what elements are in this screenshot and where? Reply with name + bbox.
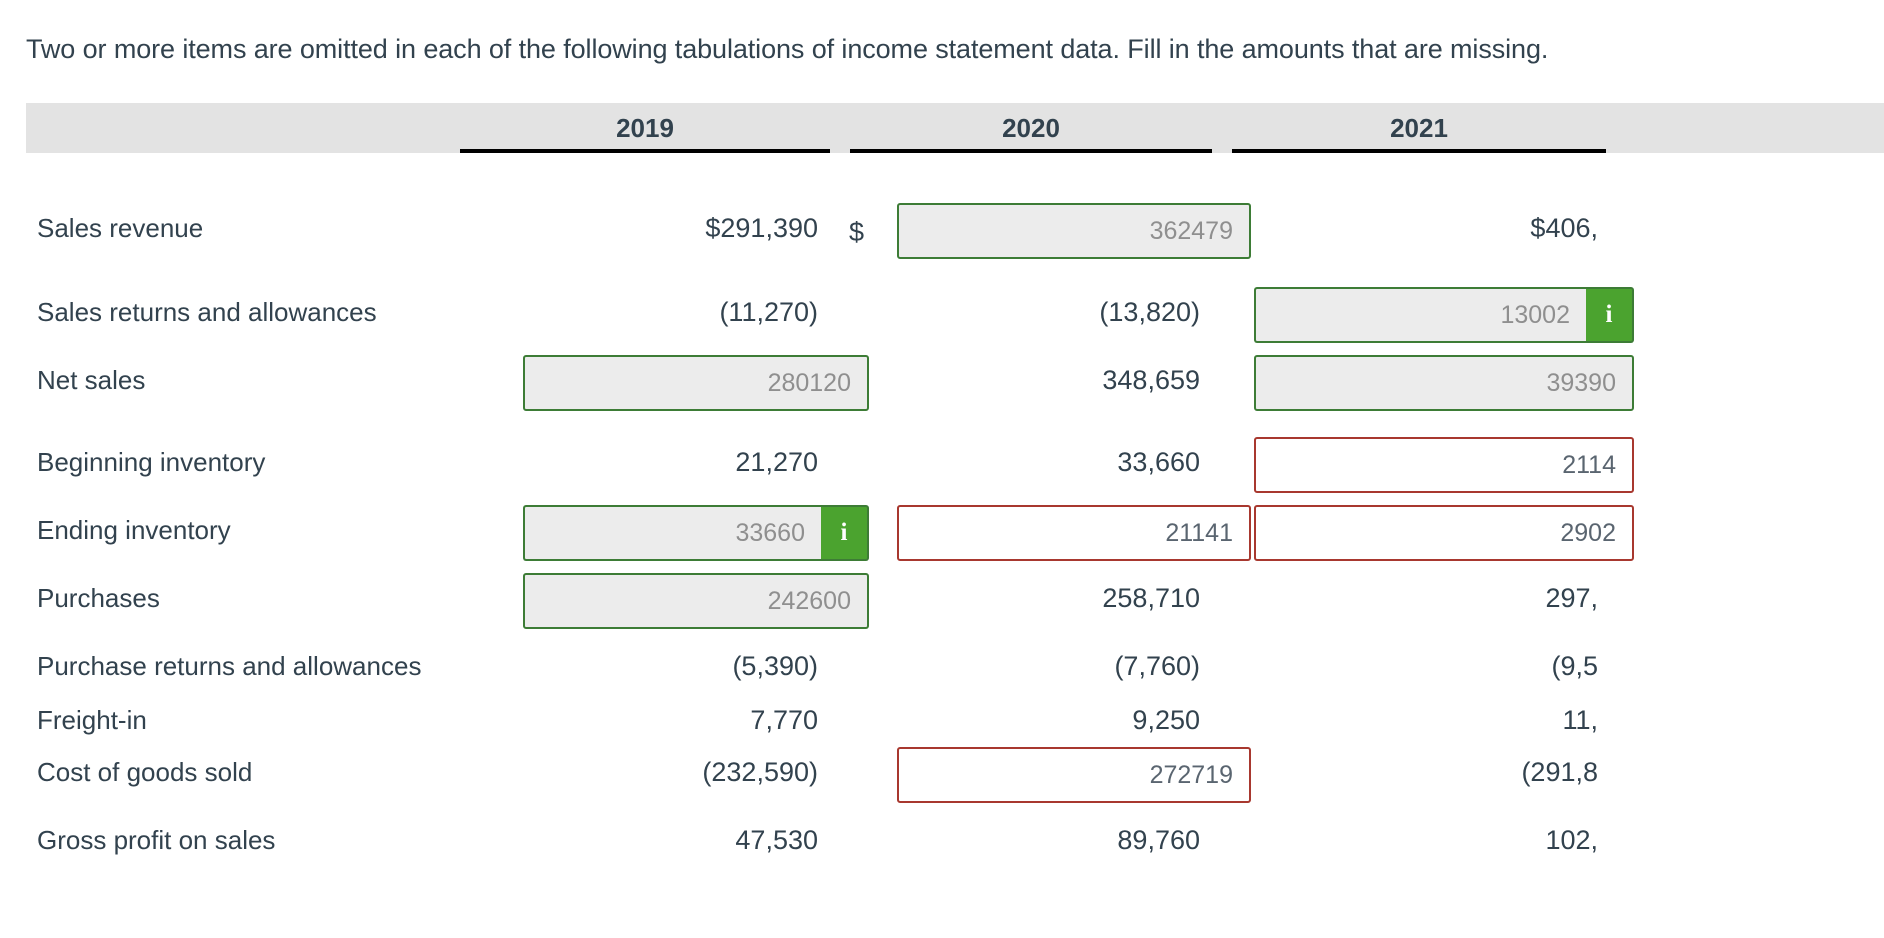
input-sales-returns-and-allowances-2021[interactable]: 13002 i (1254, 287, 1634, 343)
input-field-net-sales-2019[interactable]: 280120 (523, 355, 869, 411)
cell-sales-revenue-2021: $406, (1530, 213, 1598, 243)
cell-freight-in-2020: 9,250 (1132, 705, 1200, 735)
cell-beginning-inventory-2019: 21,270 (735, 447, 818, 477)
input-field-ending-inventory-2021[interactable]: 2902 (1254, 505, 1634, 561)
income-statement-table: 2019 2020 2021 Sales revenue $291,390 $362… (26, 103, 1884, 855)
table-row: Sales returns and allowances (11,270) (13,… (26, 287, 1884, 343)
table-row: Purchases 242600 258,710 297, (26, 573, 1884, 629)
cell-purchase-returns-and-allowances-2020: (7,760) (1114, 651, 1200, 681)
cell-sales-revenue-2019: $291,390 (705, 213, 818, 243)
input-purchases-2019[interactable]: 242600 (523, 573, 869, 629)
cell-sales-returns-and-allowances-2020: (13,820) (1099, 297, 1200, 327)
input-cost-of-goods-sold-2020[interactable]: 272719 (897, 747, 1251, 803)
row-label-sales-returns-and-allowances: Sales returns and allowances (37, 297, 377, 327)
cell-purchases-2021: 297, (1545, 583, 1598, 613)
cell-sales-returns-and-allowances-2019: (11,270) (719, 297, 818, 327)
column-header-2020: 2020 (850, 103, 1212, 153)
table-row: Cost of goods sold (232,590) 272719 (291,8 (26, 747, 1884, 803)
input-ending-inventory-2021[interactable]: 2902 (1254, 505, 1634, 561)
cell-beginning-inventory-2020: 33,660 (1117, 447, 1200, 477)
cell-gross-profit-on-sales-2019: 47,530 (735, 825, 818, 855)
table-row: Ending inventory 33660 i 21141 2902 (26, 505, 1884, 561)
input-field-beginning-inventory-2021[interactable]: 2114 (1254, 437, 1634, 493)
column-header-2021: 2021 (1232, 103, 1606, 153)
info-icon[interactable]: i (821, 505, 869, 561)
cell-freight-in-2019: 7,770 (750, 705, 818, 735)
input-beginning-inventory-2021[interactable]: 2114 (1254, 437, 1634, 493)
input-net-sales-2019[interactable]: 280120 (523, 355, 869, 411)
input-net-sales-2021[interactable]: 39390 (1254, 355, 1634, 411)
cell-purchases-2020: 258,710 (1102, 583, 1200, 613)
input-field-sales-returns-and-allowances-2021[interactable]: 13002 (1254, 287, 1586, 343)
cell-cost-of-goods-sold-2019: (232,590) (702, 757, 818, 787)
table-row: Purchase returns and allowances (5,390) (7… (26, 645, 1884, 689)
input-field-purchases-2019[interactable]: 242600 (523, 573, 869, 629)
cell-net-sales-2020: 348,659 (1102, 365, 1200, 395)
info-icon[interactable]: i (1586, 287, 1634, 343)
cell-gross-profit-on-sales-2020: 89,760 (1117, 825, 1200, 855)
row-label-purchases: Purchases (37, 583, 160, 613)
input-field-ending-inventory-2019[interactable]: 33660 (523, 505, 821, 561)
table-header-row: 2019 2020 2021 (26, 103, 1884, 153)
table-row: Gross profit on sales 47,530 89,760 102, (26, 819, 1884, 863)
row-label-cost-of-goods-sold: Cost of goods sold (37, 757, 253, 787)
instruction-text: Two or more items are omitted in each of… (26, 34, 1549, 64)
input-field-net-sales-2021[interactable]: 39390 (1254, 355, 1634, 411)
input-field-sales-revenue-2020[interactable]: 362479 (897, 203, 1251, 259)
table-row: Sales revenue $291,390 $362479 $406, (26, 203, 1884, 259)
table-row: Freight-in 7,770 9,250 11, (26, 699, 1884, 743)
row-label-beginning-inventory: Beginning inventory (37, 447, 266, 477)
column-header-2019: 2019 (460, 103, 830, 153)
cell-purchase-returns-and-allowances-2019: (5,390) (732, 651, 818, 681)
input-field-ending-inventory-2020[interactable]: 21141 (897, 505, 1251, 561)
table-row: Net sales 280120 348,659 39390 (26, 355, 1884, 411)
input-sales-revenue-2020[interactable]: 362479 (897, 203, 1251, 259)
cell-purchase-returns-and-allowances-2021: (9,5 (1551, 651, 1598, 681)
input-field-cost-of-goods-sold-2020[interactable]: 272719 (897, 747, 1251, 803)
row-label-freight-in: Freight-in (37, 705, 147, 735)
input-ending-inventory-2020[interactable]: 21141 (897, 505, 1251, 561)
row-label-sales-revenue: Sales revenue (37, 213, 204, 243)
row-label-ending-inventory: Ending inventory (37, 515, 231, 545)
input-ending-inventory-2019[interactable]: 33660 i (523, 505, 869, 561)
row-label-net-sales: Net sales (37, 365, 146, 395)
row-label-purchase-returns-and-allowances: Purchase returns and allowances (37, 651, 422, 681)
cell-freight-in-2021: 11, (1562, 705, 1598, 735)
row-label-gross-profit-on-sales: Gross profit on sales (37, 825, 276, 855)
cell-cost-of-goods-sold-2021: (291,8 (1521, 757, 1598, 787)
currency-symbol-2020: $ (849, 217, 865, 247)
cell-gross-profit-on-sales-2021: 102, (1545, 825, 1598, 855)
table-row: Beginning inventory 21,270 33,660 2114 (26, 437, 1884, 493)
worksheet-page: Two or more items are omitted in each of… (0, 0, 1884, 938)
